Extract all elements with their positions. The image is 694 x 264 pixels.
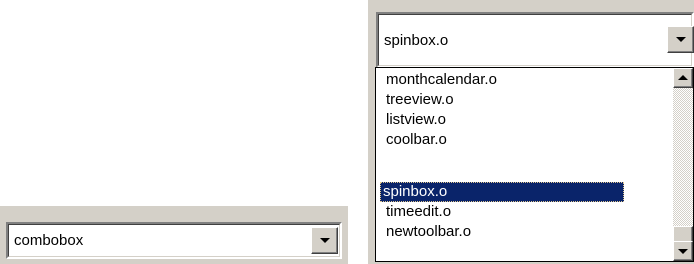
scroll-down-arrow-icon — [678, 249, 688, 254]
open-combobox-value: spinbox.o — [384, 31, 449, 49]
small-combobox-value: combobox — [14, 232, 84, 249]
list-item[interactable]: newtoolbar.o — [383, 222, 694, 242]
scroll-up-arrow-icon — [678, 75, 688, 80]
scroll-down-button[interactable] — [673, 241, 693, 261]
chevron-down-icon — [320, 238, 330, 243]
scroll-up-button[interactable] — [673, 68, 693, 88]
open-combobox[interactable]: spinbox.o — [376, 12, 694, 68]
small-combobox-dropdown-button[interactable] — [311, 227, 338, 254]
chevron-down-icon — [676, 37, 686, 42]
list-item[interactable]: timeedit.o — [383, 202, 694, 222]
list-item[interactable]: treeview.o — [383, 90, 694, 110]
small-combobox[interactable]: combobox — [6, 222, 342, 259]
list-item[interactable]: listview.o — [383, 110, 694, 130]
list-item-selected[interactable]: spinbox.o — [380, 182, 624, 202]
list-item[interactable]: monthcalendar.o — [383, 70, 694, 90]
open-combobox-dropdown-button[interactable] — [667, 26, 694, 53]
open-combobox-dropdown-list[interactable]: monthcalendar.o treeview.o listview.o co… — [375, 67, 694, 262]
list-item[interactable]: coolbar.o — [383, 130, 694, 150]
